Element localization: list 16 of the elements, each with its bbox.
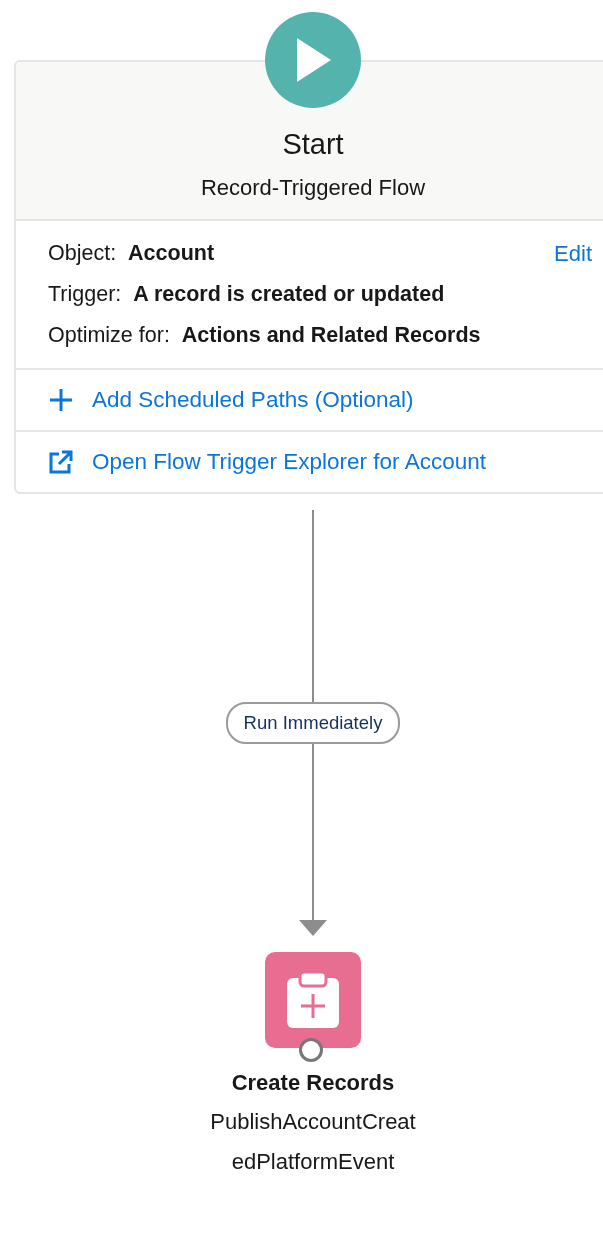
external-link-icon (48, 449, 74, 475)
trigger-detail: Object: Account (48, 241, 215, 266)
flow-type: Record-Triggered Flow (200, 175, 426, 201)
plus-icon (48, 387, 74, 413)
edit-link[interactable]: Edit (554, 241, 592, 267)
connector-port-icon[interactable] (299, 1038, 323, 1062)
add-scheduled-paths-link[interactable]: Add Scheduled Paths (Optional) (16, 370, 603, 430)
create-records-node[interactable] (265, 952, 361, 1048)
start-title: Start (282, 128, 344, 161)
clipboard-plus-icon (285, 970, 341, 1030)
trigger-detail: Trigger: A record is created or updated (48, 282, 445, 307)
connector-label[interactable]: Run Immediately (225, 702, 401, 744)
element-label: PublishAccountCreatedPlatformEvent (209, 1108, 417, 1176)
trigger-detail: Optimize for: Actions and Related Records (48, 323, 481, 348)
element-type: Create Records (231, 1070, 395, 1096)
open-explorer-link[interactable]: Open Flow Trigger Explorer for Account (16, 430, 603, 492)
